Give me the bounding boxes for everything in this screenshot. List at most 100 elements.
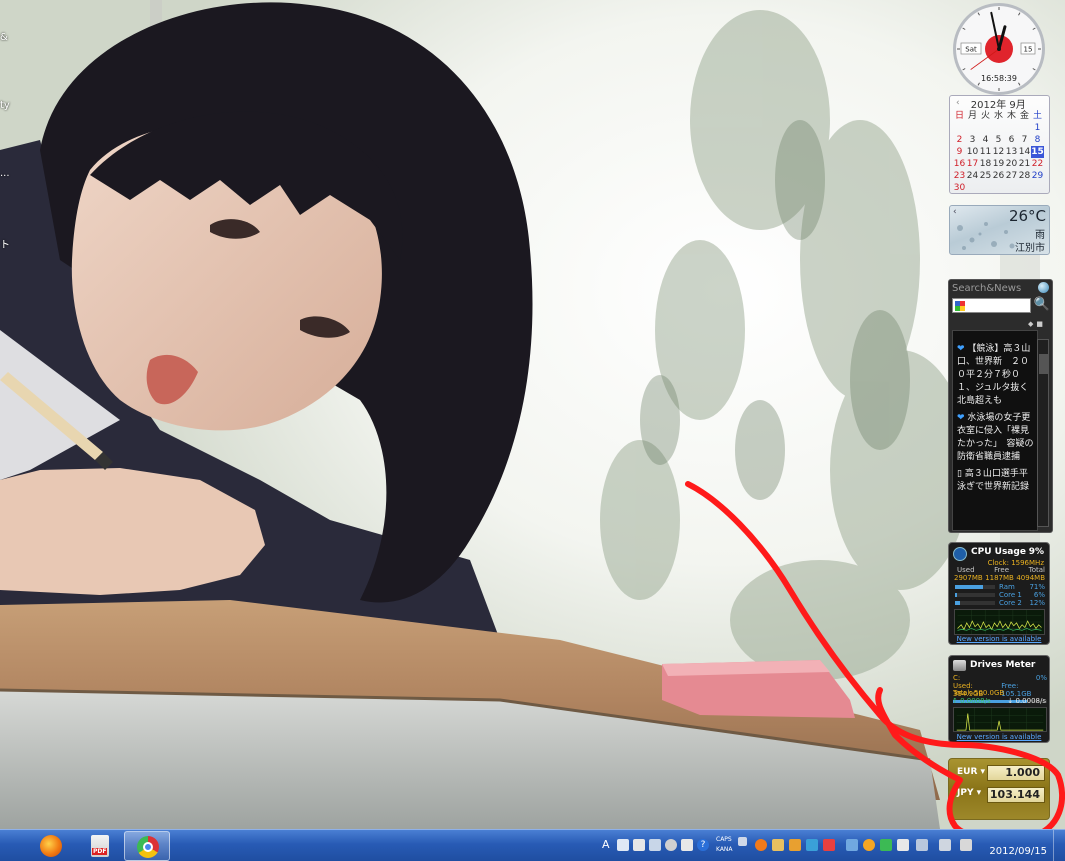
show-desktop-button[interactable] — [1053, 830, 1065, 861]
calendar-day[interactable]: 29 — [1031, 170, 1044, 182]
ram-value: 71% — [1029, 583, 1045, 591]
pdf-icon: PDF — [91, 835, 109, 857]
calendar-prev-arrow[interactable]: ‹ — [956, 98, 960, 108]
core2-usage-row: Core 2 12% — [955, 599, 1045, 607]
weather-gadget[interactable]: ‹ 26°C 雨 江別市 — [949, 205, 1050, 255]
desktop-icon-label-fragment[interactable]: ... — [0, 168, 10, 179]
calendar-weekday-header: 月 — [967, 111, 977, 121]
chrome-taskbar-button[interactable] — [124, 831, 170, 861]
tray-app-icon[interactable] — [755, 839, 767, 851]
currency-from-select[interactable]: EUR ▾ — [957, 767, 985, 777]
calendar-day[interactable]: 24 — [966, 170, 979, 182]
news-item[interactable]: ❤ 【競泳】高３山口、世界新 ２００平２分７秒０１、ジュルタ抜く北島超えも — [953, 343, 1037, 412]
memory-total-value: 4094MB — [1016, 574, 1045, 582]
calendar-day[interactable]: 19 — [992, 158, 1005, 170]
cpu-update-link[interactable]: New version is available — [949, 635, 1049, 643]
calendar-day[interactable]: 16 — [953, 158, 966, 170]
ime-user-icon[interactable] — [649, 839, 661, 851]
calendar-day[interactable]: 27 — [1005, 170, 1018, 182]
taskbar-date[interactable]: 2012/09/15 — [989, 846, 1047, 857]
core2-label: Core 2 — [999, 599, 1022, 607]
calendar-day[interactable]: 12 — [992, 146, 1005, 158]
tray-app-icon[interactable] — [863, 839, 875, 851]
search-icon[interactable]: 🔍 — [1033, 297, 1051, 315]
calendar-day[interactable]: 14 — [1018, 146, 1031, 158]
calendar-day[interactable]: 6 — [1005, 134, 1018, 146]
action-center-flag-icon[interactable] — [916, 839, 928, 851]
google-icon — [955, 301, 965, 311]
calendar-day[interactable]: 5 — [992, 134, 1005, 146]
currency-to-input[interactable]: 103.144 — [987, 787, 1045, 803]
calendar-gadget[interactable]: ‹ 2012年 9月 日月火水木金土 1 2 3 4 5 6 7 8 9 10 11 12 13 14 15 1… — [949, 95, 1050, 194]
news-item[interactable]: ▯ 高３山口選手平泳ぎで世界新記録 — [953, 468, 1037, 498]
tray-app-icon[interactable] — [789, 839, 801, 851]
news-search-input[interactable] — [952, 298, 1031, 313]
volume-icon[interactable] — [960, 839, 972, 851]
calendar-day[interactable]: 28 — [1018, 170, 1031, 182]
calendar-day[interactable]: 25 — [979, 170, 992, 182]
firefox-taskbar-button[interactable] — [28, 831, 74, 861]
currency-converter-gadget[interactable]: EUR ▾ 1.000 JPY ▾ 103.144 — [948, 758, 1050, 820]
calendar-day[interactable]: 1 — [1031, 122, 1044, 134]
calendar-day[interactable]: 11 — [979, 146, 992, 158]
desktop-icon-label-fragment[interactable]: ト — [0, 236, 10, 251]
shield-icon[interactable] — [880, 839, 892, 851]
ime-toolbar-icon[interactable] — [617, 839, 629, 851]
calendar-day[interactable]: 22 — [1031, 158, 1044, 170]
calendar-day[interactable]: 21 — [1018, 158, 1031, 170]
pdf-taskbar-button[interactable]: PDF — [77, 831, 123, 861]
calendar-day[interactable]: 7 — [1018, 134, 1031, 146]
news-scrollbar[interactable] — [1037, 339, 1049, 527]
ime-options-icon[interactable] — [738, 837, 747, 846]
tray-app-icon[interactable] — [806, 839, 818, 851]
calendar-day[interactable]: 4 — [979, 134, 992, 146]
memory-free-value: 1187MB — [985, 574, 1014, 582]
desktop-icon-label-fragment[interactable]: ty — [0, 100, 10, 111]
globe-icon[interactable] — [1038, 282, 1049, 293]
calendar-weekday-header: 土 — [1032, 111, 1042, 121]
news-scrollbar-thumb[interactable] — [1039, 354, 1048, 374]
calendar-weekday-header: 金 — [1019, 111, 1029, 121]
ram-usage-bar — [955, 585, 984, 589]
calendar-day[interactable]: 17 — [966, 158, 979, 170]
calendar-day[interactable]: 13 — [1005, 146, 1018, 158]
clock-gadget[interactable]: Sat 15 16:58:39 — [949, 2, 1049, 97]
help-icon[interactable]: ? — [697, 839, 709, 851]
ime-mode-indicator[interactable]: A — [602, 838, 610, 851]
calendar-day[interactable]: 3 — [966, 134, 979, 146]
currency-to-select[interactable]: JPY ▾ — [957, 788, 981, 798]
calendar-empty-cell — [966, 122, 979, 134]
calendar-day[interactable]: 26 — [992, 170, 1005, 182]
calendar-empty-cell — [979, 122, 992, 134]
calendar-day[interactable]: 18 — [979, 158, 992, 170]
network-icon[interactable] — [939, 839, 951, 851]
desktop-icon-label-fragment[interactable]: & — [0, 32, 8, 43]
news-gadget-title: Search&News — [952, 283, 1022, 294]
speaker-muted-icon[interactable] — [823, 839, 835, 851]
weather-prev-arrow[interactable]: ‹ — [953, 207, 957, 217]
tray-app-icon[interactable] — [846, 839, 858, 851]
calendar-day[interactable]: 30 — [953, 182, 966, 194]
gear-icon[interactable] — [665, 839, 677, 851]
calendar-day[interactable]: 23 — [953, 170, 966, 182]
drives-update-link[interactable]: New version is available — [949, 733, 1049, 741]
calendar-day[interactable]: 20 — [1005, 158, 1018, 170]
calendar-day[interactable]: 2 — [953, 134, 966, 146]
ime-dictionary-icon[interactable] — [681, 839, 693, 851]
clock-day: Sat — [965, 46, 977, 54]
news-view-toggle-icons[interactable]: ◆■ — [1028, 320, 1046, 328]
news-item[interactable]: ❤ 水泳場の女子更衣室に侵入「裸見たかった」 容疑の防衛省職員逮捕 — [953, 412, 1037, 468]
system-tray: A ? CAPS KANA 2012/09/15 — [597, 830, 1065, 861]
drive-total: Total: 500.0GB — [953, 689, 1005, 697]
calendar-day[interactable]: 10 — [966, 146, 979, 158]
currency-from-input[interactable]: 1.000 — [987, 765, 1045, 781]
calendar-day[interactable]: 8 — [1031, 134, 1044, 146]
tray-app-icon[interactable] — [772, 839, 784, 851]
calendar-day[interactable]: 9 — [953, 146, 966, 158]
tray-app-icon[interactable] — [897, 839, 909, 851]
calendar-day-today[interactable]: 15 — [1031, 146, 1044, 158]
desktop-wallpaper — [0, 0, 1065, 829]
cpu-usage-gadget[interactable]: CPU Usage 9% Clock: 1596MHz Used Free To… — [948, 542, 1050, 645]
search-news-gadget[interactable]: Search&News 🔍 ◆■ ❤ 【競泳】高３山口、世界新 ２００平２分７秒… — [948, 279, 1053, 533]
ime-pad-icon[interactable] — [633, 839, 645, 851]
